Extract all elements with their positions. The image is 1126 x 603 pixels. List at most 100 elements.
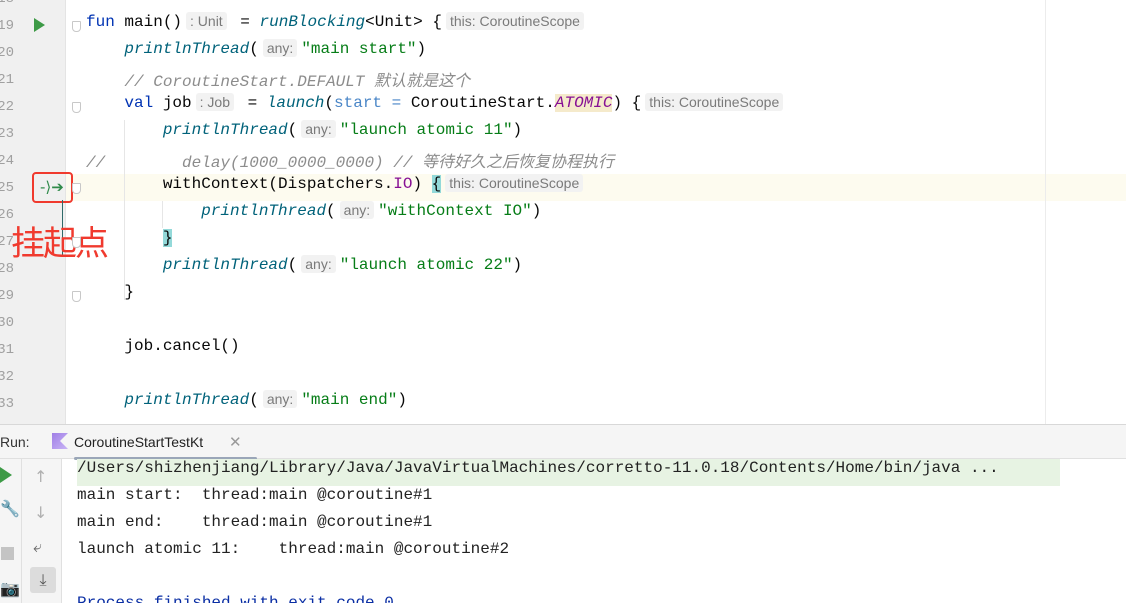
soft-wrap-icon[interactable]: ⤶ [33, 537, 42, 557]
rerun-icon[interactable] [0, 467, 16, 483]
line-number: 23 [0, 126, 14, 142]
code-token: job.cancel() [86, 337, 240, 355]
inlay-hint: this: CoroutineScope [645, 93, 784, 111]
line-number: 21 [0, 72, 14, 88]
code-line[interactable]: } [86, 283, 134, 310]
code-token: val [124, 94, 163, 112]
editor-gutter[interactable]: 18192021222324252627282930313233 [0, 0, 66, 424]
run-label: Run: [0, 434, 30, 450]
suspend-call-icon: -⟩➔ [40, 178, 64, 196]
camera-icon[interactable]: 📷 [0, 579, 20, 598]
line-number: 30 [0, 315, 14, 331]
line-number: 24 [0, 153, 14, 169]
scroll-to-end-icon[interactable]: ⤓ [30, 567, 56, 593]
code-token: ( [287, 121, 298, 139]
code-token: printlnThread [124, 40, 250, 58]
console-line: main start: thread:main @coroutine#1 [77, 486, 433, 504]
console-line: main end: thread:main @coroutine#1 [77, 513, 433, 531]
line-number: 31 [0, 342, 14, 358]
code-line[interactable]: printlnThread(any: "main start") [86, 39, 427, 67]
stop-icon[interactable] [1, 547, 14, 560]
code-line[interactable]: printlnThread(any: "withContext IO") [86, 201, 542, 229]
console-command-line[interactable]: /Users/shizhenjiang/Library/Java/JavaVir… [77, 459, 999, 486]
fold-marker-icon[interactable] [72, 291, 81, 302]
line-number: 32 [0, 369, 14, 385]
inlay-hint: this: CoroutineScope [445, 12, 584, 30]
code-line[interactable]: // CoroutineStart.DEFAULT 默认就是这个 [86, 67, 470, 94]
run-gutter-icon[interactable] [34, 18, 45, 32]
run-tab[interactable]: CoroutineStartTestKt ✕ [44, 425, 257, 460]
inlay-hint: : Job [195, 93, 234, 111]
inlay-hint: any: [262, 390, 298, 408]
code-token: ) [416, 40, 427, 58]
run-tool-window-header: Run: CoroutineStartTestKt ✕ [0, 424, 1126, 460]
code-line[interactable]: val job: Job = launch(start = CoroutineS… [86, 93, 787, 121]
fold-marker-icon[interactable] [72, 21, 81, 32]
code-token: "launch atomic 22" [339, 256, 513, 274]
code-token: } [162, 229, 173, 247]
code-token: printlnThread [201, 202, 327, 220]
run-toolbar: 🔧 📷 [0, 459, 22, 603]
code-token: CoroutineStart. [410, 94, 555, 112]
line-number: 25 [0, 180, 14, 196]
code-token: printlnThread [124, 391, 250, 409]
inlay-hint: any: [262, 39, 298, 57]
code-line[interactable]: printlnThread(any: "launch atomic 11") [86, 120, 522, 148]
code-line[interactable]: printlnThread(any: "main end") [86, 390, 407, 418]
code-token: ( [249, 391, 259, 409]
code-token: printlnThread [162, 121, 288, 139]
arrow-up-icon[interactable]: ↑ [34, 467, 47, 486]
arrow-down-icon[interactable]: ↓ [34, 503, 47, 522]
code-token: main() [124, 13, 183, 31]
code-editor[interactable]: 18192021222324252627282930313233 -⟩➔ 挂起点… [0, 0, 1126, 424]
inlay-hint: any: [301, 255, 336, 273]
code-token: <Unit> [365, 13, 433, 31]
line-number: 19 [0, 18, 14, 34]
code-token: ) { [612, 94, 642, 112]
code-line[interactable]: // delay(1000_0000_0000) // 等待好久之后恢复协程执行 [86, 148, 614, 175]
kotlin-icon [52, 433, 68, 449]
fold-marker-icon[interactable] [72, 183, 81, 194]
line-number: 18 [0, 0, 14, 13]
code-token: ) [397, 391, 407, 409]
code-token: ( [249, 40, 259, 58]
code-token: runBlocking [259, 13, 366, 31]
code-line[interactable]: fun main(): Unit = runBlocking<Unit> {th… [86, 12, 588, 40]
code-token: launch [266, 94, 325, 112]
code-token: ( [287, 256, 298, 274]
inlay-hint: this: CoroutineScope [445, 174, 584, 192]
console-toolbar: ↑ ↓ ⤶ ⤓ [22, 459, 62, 603]
inlay-hint: any: [301, 120, 336, 138]
wrench-icon[interactable]: 🔧 [0, 499, 20, 518]
code-token: ) [512, 256, 523, 274]
right-margin-guide [1045, 0, 1046, 424]
code-token: // CoroutineStart.DEFAULT 默认就是这个 [86, 73, 471, 91]
fold-marker-icon[interactable] [72, 237, 81, 248]
code-token: IO [393, 175, 413, 193]
code-line[interactable]: job.cancel() [86, 337, 240, 364]
code-token: = [237, 94, 267, 112]
close-icon[interactable]: ✕ [229, 433, 242, 451]
code-token: { [431, 175, 442, 193]
fold-marker-icon[interactable] [72, 102, 81, 113]
code-token: start = [334, 94, 411, 112]
code-line[interactable]: withContext(Dispatchers.IO) {this: Corou… [86, 174, 587, 202]
code-token: "launch atomic 11" [339, 121, 513, 139]
code-token: // delay(1000_0000_0000) // 等待好久之后恢复协程执行 [86, 154, 615, 172]
code-token: = [230, 13, 260, 31]
code-line[interactable]: } [86, 229, 173, 256]
console-output[interactable]: /Users/shizhenjiang/Library/Java/JavaVir… [62, 459, 1126, 603]
line-number: 29 [0, 288, 14, 304]
inlay-hint: : Unit [186, 12, 227, 30]
code-line[interactable]: printlnThread(any: "launch atomic 22") [86, 255, 523, 283]
code-token: } [86, 283, 135, 301]
code-token: fun [86, 13, 125, 31]
code-token: ) [531, 202, 542, 220]
